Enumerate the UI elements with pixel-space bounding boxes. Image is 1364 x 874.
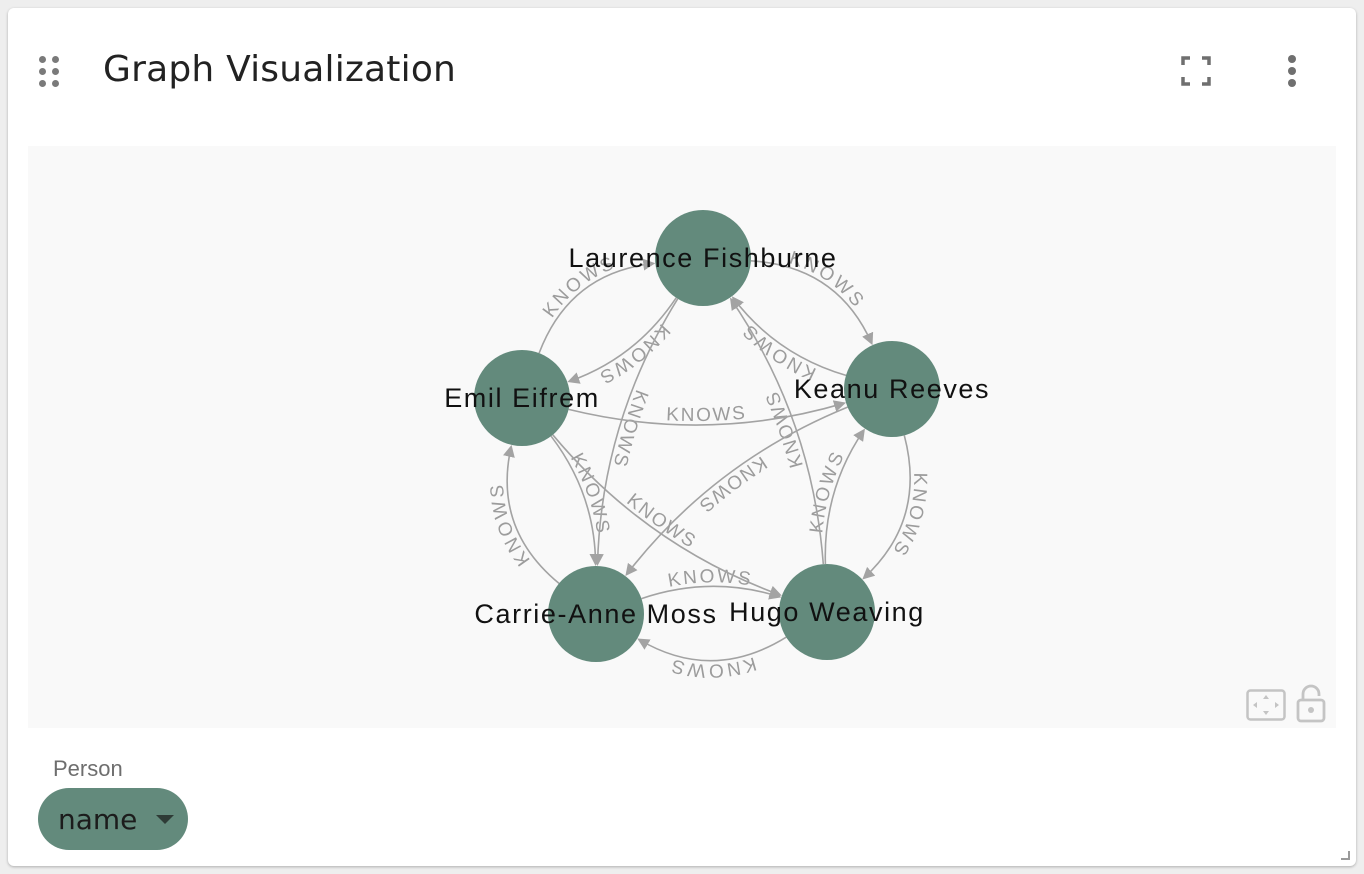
graph-edge[interactable]: KNOWS [487, 444, 560, 585]
graph-svg[interactable]: KNOWSKNOWSKNOWSKNOWSKNOWSKNOWSKNOWSKNOWS… [28, 146, 1336, 728]
graph-node-lf[interactable]: Laurence Fishburne [569, 210, 838, 306]
fullscreen-icon [1181, 56, 1211, 86]
fullscreen-button[interactable] [1174, 49, 1218, 93]
graph-node-ee[interactable]: Emil Eifrem [444, 350, 600, 446]
edge-label: KNOWS [623, 490, 701, 554]
graph-edge[interactable]: KNOWS [641, 566, 782, 600]
graph-canvas[interactable]: KNOWS KNOWS KNOWS KNOWS KNOWS KNOWS KNOWS KNOWS… [28, 146, 1336, 728]
node-label: Hugo Weaving [729, 597, 925, 627]
edge-label: KNOWS [694, 452, 771, 517]
edge-line [637, 636, 787, 662]
graph-edge[interactable]: KNOWS [637, 636, 787, 681]
graph-edge[interactable]: KNOWS [550, 435, 613, 566]
graph-edge[interactable]: KNOWS [567, 297, 677, 388]
edge-label: KNOWS [888, 472, 931, 560]
graph-node-hw[interactable]: Hugo Weaving [729, 564, 925, 660]
nodes-layer: Laurence Fishburne Keanu Reeves Hugo Weavi… [444, 210, 990, 662]
graph-edge[interactable]: KNOWS [862, 435, 931, 580]
caret-down-icon [156, 815, 174, 824]
edge-label: KNOWS [595, 320, 674, 388]
card-title: Graph Visualization [103, 49, 457, 90]
edge-label: KNOWS [608, 387, 651, 470]
graph-card: Graph Visualization KNOWS KNOWS KNOWS KNOWS… [8, 8, 1356, 866]
node-label: Carrie-Anne Moss [474, 599, 717, 629]
edge-label: KNOWS [666, 403, 748, 427]
resize-corner-icon[interactable] [1340, 850, 1350, 860]
property-chip-label: name [58, 802, 138, 836]
graph-edge[interactable]: KNOWS [568, 400, 847, 427]
edge-label: KNOWS [487, 482, 535, 569]
edge-label: KNOWS [668, 652, 759, 680]
edge-label: KNOWS [566, 450, 613, 537]
node-label: Emil Eifrem [444, 383, 600, 413]
more-options-button[interactable] [1270, 49, 1314, 93]
node-label: Laurence Fishburne [569, 243, 838, 273]
graph-node-kr[interactable]: Keanu Reeves [794, 341, 990, 437]
node-label: Keanu Reeves [794, 374, 990, 404]
fit-to-screen-icon [1246, 689, 1286, 721]
more-vert-icon [1288, 55, 1296, 87]
property-select-chip[interactable]: name [38, 788, 188, 850]
lock-open-icon [1296, 684, 1326, 723]
drag-handle-icon[interactable] [38, 56, 62, 88]
legend-node-label: Person [53, 756, 123, 781]
graph-edge[interactable]: KNOWS [731, 296, 847, 384]
